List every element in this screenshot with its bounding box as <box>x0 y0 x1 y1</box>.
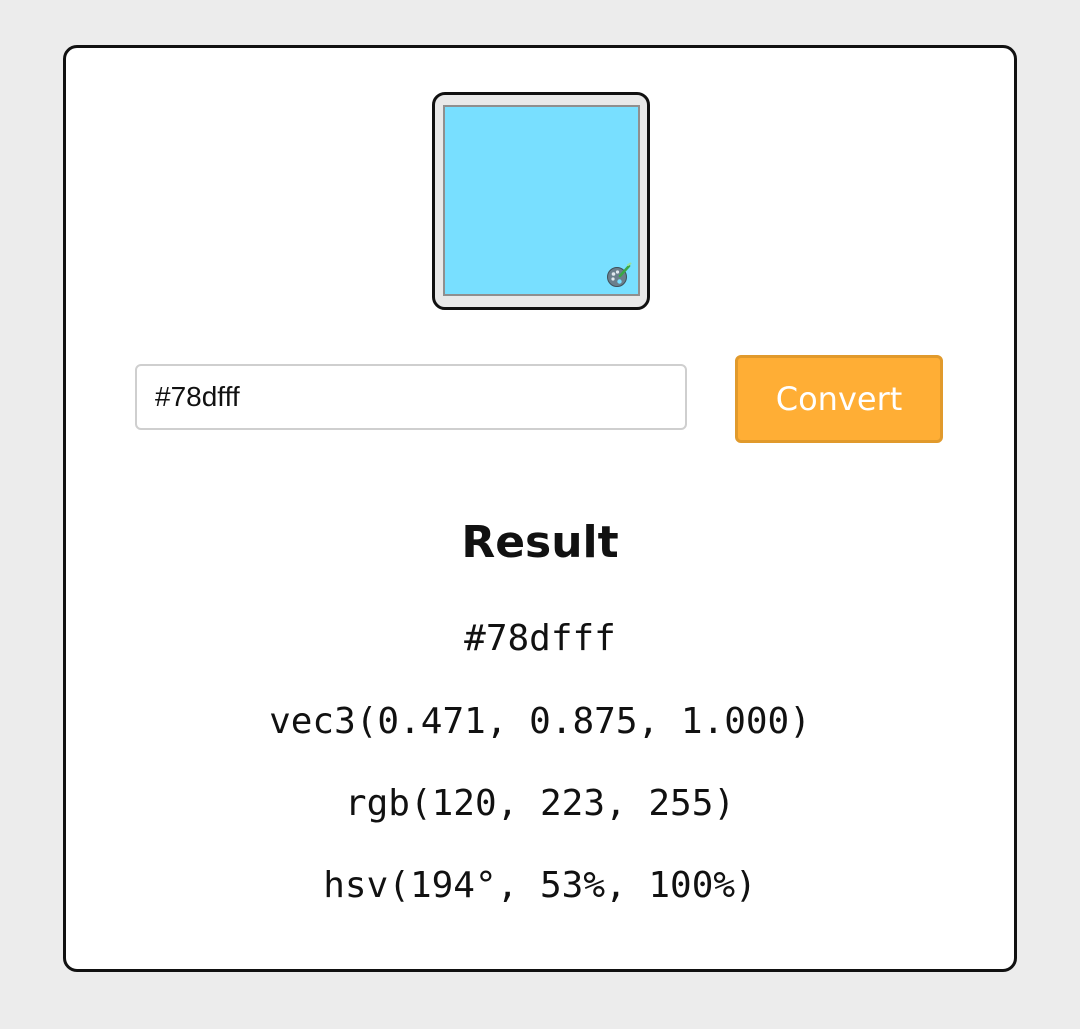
result-rgb: rgb(120, 223, 255) <box>344 783 736 824</box>
color-swatch[interactable] <box>443 105 640 296</box>
result-hex: #78dfff <box>464 618 616 659</box>
convert-button[interactable]: Convert <box>735 355 943 443</box>
result-hsv: hsv(194°, 53%, 100%) <box>323 865 757 906</box>
hex-input[interactable] <box>135 364 687 430</box>
converter-card: Convert Result #78dfff vec3(0.471, 0.875… <box>63 45 1017 972</box>
color-picker[interactable] <box>432 92 650 310</box>
result-vec3: vec3(0.471, 0.875, 1.000) <box>269 701 811 742</box>
palette-icon <box>607 262 632 287</box>
result-title: Result <box>461 517 619 568</box>
